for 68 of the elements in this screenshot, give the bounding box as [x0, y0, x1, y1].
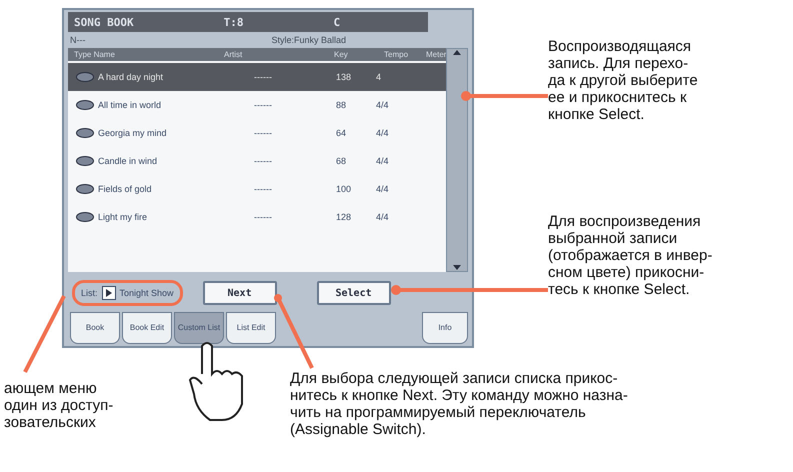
hand-pointer-icon	[189, 342, 243, 421]
list-note-line: ающем меню	[4, 380, 98, 397]
song-meter: 4/4	[376, 212, 390, 222]
song-type-icon	[76, 156, 94, 166]
list-note-line: зовательских	[4, 414, 97, 431]
song-row[interactable]: Light my fire ------ 128 4/4	[68, 203, 446, 231]
song-row[interactable]: Fields of gold ------ 100 4/4	[68, 175, 446, 203]
screen-tab[interactable]: Book	[70, 312, 120, 344]
song-type-icon	[76, 184, 94, 194]
song-type-icon	[76, 100, 94, 110]
scroll-down-icon[interactable]	[453, 265, 462, 271]
song-tempo: 138	[336, 72, 352, 82]
select-note: Для воспроизведения выбранной записи (отображается в инвер- сном цвете) прикосни- тесь к кнопке Select.	[548, 213, 714, 298]
list-label: List:	[81, 288, 98, 298]
song-tempo: 68	[336, 156, 348, 166]
key-value: C	[333, 16, 340, 28]
column-title: Key	[334, 50, 349, 59]
song-meter: 4	[376, 72, 382, 82]
select-button[interactable]: Select	[316, 281, 391, 305]
next-button[interactable]: Next	[202, 281, 277, 305]
song-tempo: 100	[336, 184, 352, 194]
song-artist: ------	[254, 128, 273, 138]
column-title: Meter	[426, 50, 446, 59]
song-row[interactable]: Candle in wind ------ 68 4/4	[68, 147, 446, 175]
song-row[interactable]: A hard day night ------ 138 4	[68, 63, 446, 91]
song-meter: 4/4	[376, 100, 390, 110]
song-name: Georgia my mind	[98, 128, 168, 138]
song-name: Candle in wind	[98, 156, 158, 166]
screen-tab[interactable]: Book Edit	[122, 312, 172, 344]
song-artist: ------	[254, 156, 273, 166]
song-name: Light my fire	[98, 212, 148, 222]
song-name: All time in world	[98, 100, 162, 110]
column-title: Tempo	[384, 50, 410, 59]
song-tempo: 88	[336, 100, 348, 110]
list-arrow-button[interactable]	[102, 286, 116, 300]
song-artist: ------	[254, 72, 273, 82]
song-type-icon	[76, 72, 94, 82]
playing-note: Воспроизводящаяся запись. Для перехо- да к другой выберите ее и прикоснитесь к кнопке Select.	[548, 38, 699, 123]
song-name: Fields of gold	[98, 184, 153, 194]
song-row[interactable]: All time in world ------ 88 4/4	[68, 91, 446, 119]
song-artist: ------	[254, 184, 273, 194]
song-artist: ------	[254, 212, 273, 222]
song-tempo: 64	[336, 128, 348, 138]
song-type-icon	[76, 128, 94, 138]
screen-tab[interactable]: List Edit	[226, 312, 276, 344]
status-text: N---	[70, 35, 86, 45]
transpose-value: T:8	[224, 16, 244, 28]
song-name: A hard day night	[98, 72, 164, 82]
style-name: Style:Funky Ballad	[271, 35, 346, 45]
song-meter: 4/4	[376, 128, 390, 138]
screen-tab[interactable]: Custom List	[174, 312, 224, 344]
scroll-up-icon[interactable]	[453, 49, 462, 55]
screen-tab[interactable]: Info	[422, 312, 468, 344]
song-tempo: 128	[336, 212, 352, 222]
screen-title: SONG BOOK	[74, 16, 134, 28]
list-name: Tonight Show	[120, 288, 174, 298]
song-type-icon	[76, 212, 94, 222]
song-meter: 4/4	[376, 184, 390, 194]
play-icon	[106, 289, 112, 297]
next-note: Для выбора следующей записи списка прикос- нитесь к кнопке Next. Эту команду можно назна- чить на программируемый переключатель (Assignable Switch).	[290, 370, 629, 438]
column-title: Artist	[224, 50, 244, 59]
scroll-bar[interactable]	[446, 48, 468, 272]
list-selector[interactable]: List: Tonight Show	[72, 280, 183, 306]
song-meter: 4/4	[376, 156, 390, 166]
list-note-line: один из доступ-	[4, 397, 114, 414]
song-artist: ------	[254, 100, 273, 110]
column-title: Type Name	[74, 50, 116, 59]
song-row[interactable]: Georgia my mind ------ 64 4/4	[68, 119, 446, 147]
